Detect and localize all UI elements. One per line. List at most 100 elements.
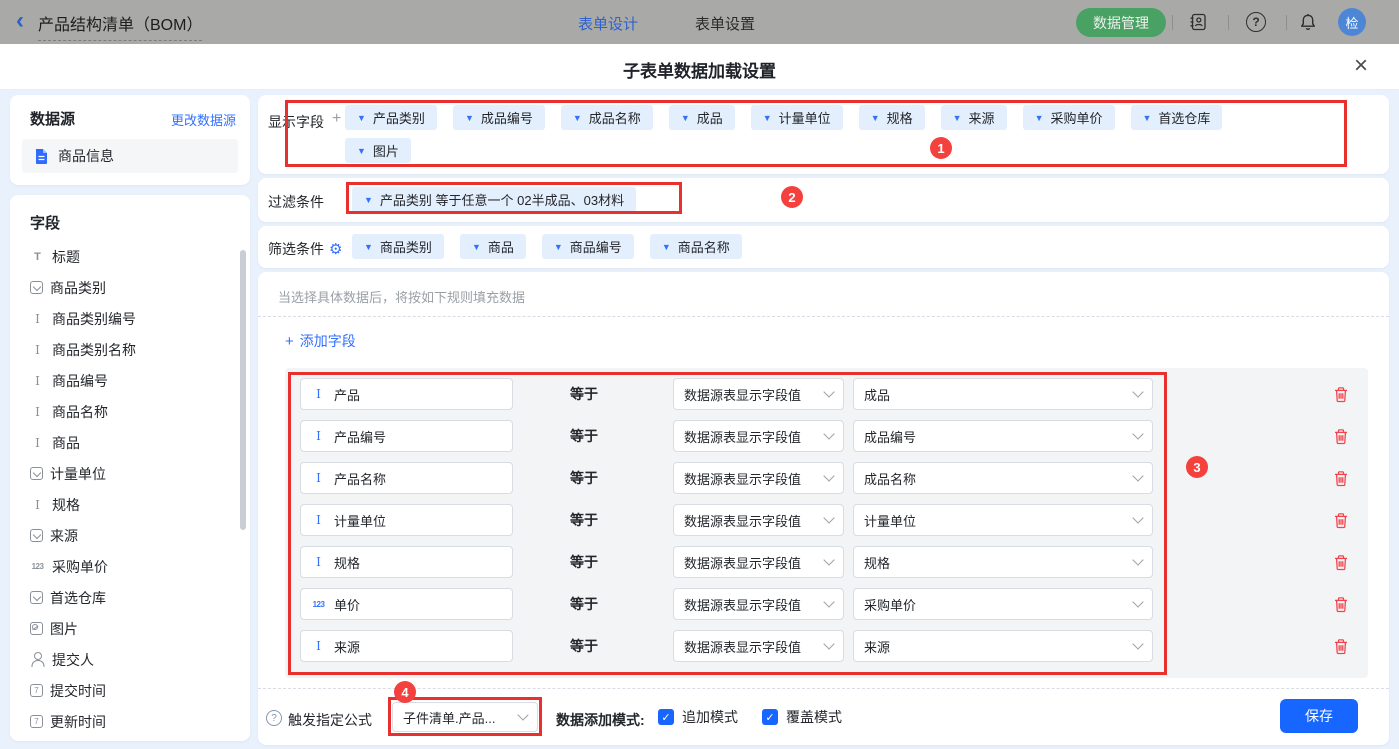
field-list-item[interactable]: 图片: [10, 613, 250, 644]
screen-condition-tag[interactable]: 商品编号: [542, 234, 634, 259]
back-icon[interactable]: ‹: [16, 7, 24, 35]
screen-conditions-label: 筛选条件: [268, 239, 342, 259]
close-icon[interactable]: [1347, 52, 1375, 80]
rule-value-select[interactable]: 成品编号: [853, 420, 1153, 452]
datasource-item[interactable]: 商品信息: [22, 139, 238, 173]
rule-field-input[interactable]: 产品: [300, 378, 513, 410]
trash-icon[interactable]: [1333, 512, 1349, 529]
equals-label: 等于: [570, 384, 600, 404]
fields-scrollbar[interactable]: [240, 250, 246, 530]
rule-field-input[interactable]: 计量单位: [300, 504, 513, 536]
rule-row: 单价 等于 数据源表显示字段值 采购单价: [285, 588, 1368, 620]
rule-source-select[interactable]: 数据源表显示字段值: [673, 588, 844, 620]
change-datasource-link[interactable]: 更改数据源: [171, 110, 236, 129]
display-field-tag[interactable]: 采购单价: [1023, 105, 1115, 130]
display-field-tag[interactable]: 产品类别: [345, 105, 437, 130]
tag-label: 商品: [488, 237, 514, 256]
trash-icon[interactable]: [1333, 638, 1349, 655]
rule-field-input[interactable]: 单价: [300, 588, 513, 620]
rule-value-select[interactable]: 成品: [853, 378, 1153, 410]
trash-icon[interactable]: [1333, 554, 1349, 571]
field-list-item[interactable]: 商品类别编号: [10, 303, 250, 334]
data-manage-button[interactable]: 数据管理: [1076, 8, 1166, 37]
display-field-tag[interactable]: 计量单位: [751, 105, 843, 130]
filter-label: 过滤条件: [268, 192, 324, 212]
mode-option[interactable]: 追加模式: [658, 707, 738, 727]
checkbox-checked-icon[interactable]: [762, 709, 778, 725]
display-field-tag[interactable]: 成品: [669, 105, 735, 130]
trash-icon[interactable]: [1333, 470, 1349, 487]
field-list-item[interactable]: 标题: [10, 241, 250, 272]
rule-field-input[interactable]: 产品编号: [300, 420, 513, 452]
display-field-tag[interactable]: 来源: [941, 105, 1007, 130]
add-display-field-button[interactable]: [332, 110, 341, 128]
screen-condition-tag[interactable]: 商品名称: [650, 234, 742, 259]
tag-label: 计量单位: [779, 108, 831, 127]
screen-condition-tag[interactable]: 商品类别: [352, 234, 444, 259]
avatar[interactable]: 检: [1338, 8, 1366, 36]
rule-value-text: 规格: [864, 553, 890, 572]
tag-label: 商品类别: [380, 237, 432, 256]
mode-option[interactable]: 覆盖模式: [762, 707, 842, 727]
chevron-down-icon: [823, 470, 834, 481]
tab-form-design[interactable]: 表单设计: [578, 13, 638, 34]
display-field-tag[interactable]: 成品编号: [453, 105, 545, 130]
add-field-link[interactable]: 添加字段: [285, 331, 356, 351]
trash-icon[interactable]: [1333, 428, 1349, 445]
rule-value-select[interactable]: 成品名称: [853, 462, 1153, 494]
equals-label: 等于: [570, 468, 600, 488]
rule-value-select[interactable]: 来源: [853, 630, 1153, 662]
save-button[interactable]: 保存: [1280, 699, 1358, 733]
formula-help-icon[interactable]: [266, 710, 282, 726]
chevron-down-icon: [554, 242, 563, 252]
rule-field-input[interactable]: 来源: [300, 630, 513, 662]
bell-icon[interactable]: [1298, 12, 1318, 32]
display-field-tag[interactable]: 成品名称: [561, 105, 653, 130]
field-list-item[interactable]: 商品名称: [10, 396, 250, 427]
field-list-item[interactable]: 商品: [10, 427, 250, 458]
dialog-header: 子表单数据加载设置: [0, 44, 1399, 90]
rule-source-select[interactable]: 数据源表显示字段值: [673, 546, 844, 578]
field-list-item[interactable]: 商品编号: [10, 365, 250, 396]
display-field-tag[interactable]: 规格: [859, 105, 925, 130]
rule-source-select[interactable]: 数据源表显示字段值: [673, 462, 844, 494]
field-list-item[interactable]: 商品类别名称: [10, 334, 250, 365]
rule-field-input[interactable]: 产品名称: [300, 462, 513, 494]
tag-label: 来源: [969, 108, 995, 127]
field-list-item[interactable]: 计量单位: [10, 458, 250, 489]
formula-select[interactable]: 子件清单.产品...: [392, 702, 538, 732]
annotation-badge-4: 4: [394, 681, 416, 703]
rule-field-input[interactable]: 规格: [300, 546, 513, 578]
checkbox-checked-icon[interactable]: [658, 709, 674, 725]
rules-hint: 当选择具体数据后，将按如下规则填充数据: [278, 287, 525, 306]
rule-value-select[interactable]: 采购单价: [853, 588, 1153, 620]
mode-label: 覆盖模式: [786, 707, 842, 727]
screen-condition-tag[interactable]: 商品: [460, 234, 526, 259]
rule-source-value: 数据源表显示字段值: [684, 553, 801, 572]
field-list-item[interactable]: 更新时间: [10, 706, 250, 737]
field-list-item[interactable]: 提交时间: [10, 675, 250, 706]
tab-form-settings[interactable]: 表单设置: [695, 13, 755, 34]
field-list-item[interactable]: 规格: [10, 489, 250, 520]
trash-icon[interactable]: [1333, 596, 1349, 613]
display-tags-row2: 图片: [345, 138, 411, 163]
gear-icon[interactable]: [329, 240, 342, 258]
field-list-item[interactable]: 首选仓库: [10, 582, 250, 613]
rule-source-select[interactable]: 数据源表显示字段值: [673, 378, 844, 410]
field-list-item[interactable]: 商品类别: [10, 272, 250, 303]
rule-value-select[interactable]: 规格: [853, 546, 1153, 578]
field-list-item[interactable]: 提交人: [10, 644, 250, 675]
contacts-book-icon[interactable]: [1188, 12, 1208, 32]
display-field-tag[interactable]: 首选仓库: [1131, 105, 1223, 130]
rule-value-select[interactable]: 计量单位: [853, 504, 1153, 536]
rule-source-select[interactable]: 数据源表显示字段值: [673, 630, 844, 662]
field-list-item[interactable]: 采购单价: [10, 551, 250, 582]
trash-icon[interactable]: [1333, 386, 1349, 403]
field-list-item[interactable]: 来源: [10, 520, 250, 551]
tag-label: 商品名称: [678, 237, 730, 256]
rule-source-select[interactable]: 数据源表显示字段值: [673, 504, 844, 536]
filter-condition-tag[interactable]: 产品类别 等于任意一个 02半成品、03材料: [352, 187, 636, 212]
rule-source-select[interactable]: 数据源表显示字段值: [673, 420, 844, 452]
help-icon[interactable]: [1246, 12, 1266, 32]
display-field-tag[interactable]: 图片: [345, 138, 411, 163]
